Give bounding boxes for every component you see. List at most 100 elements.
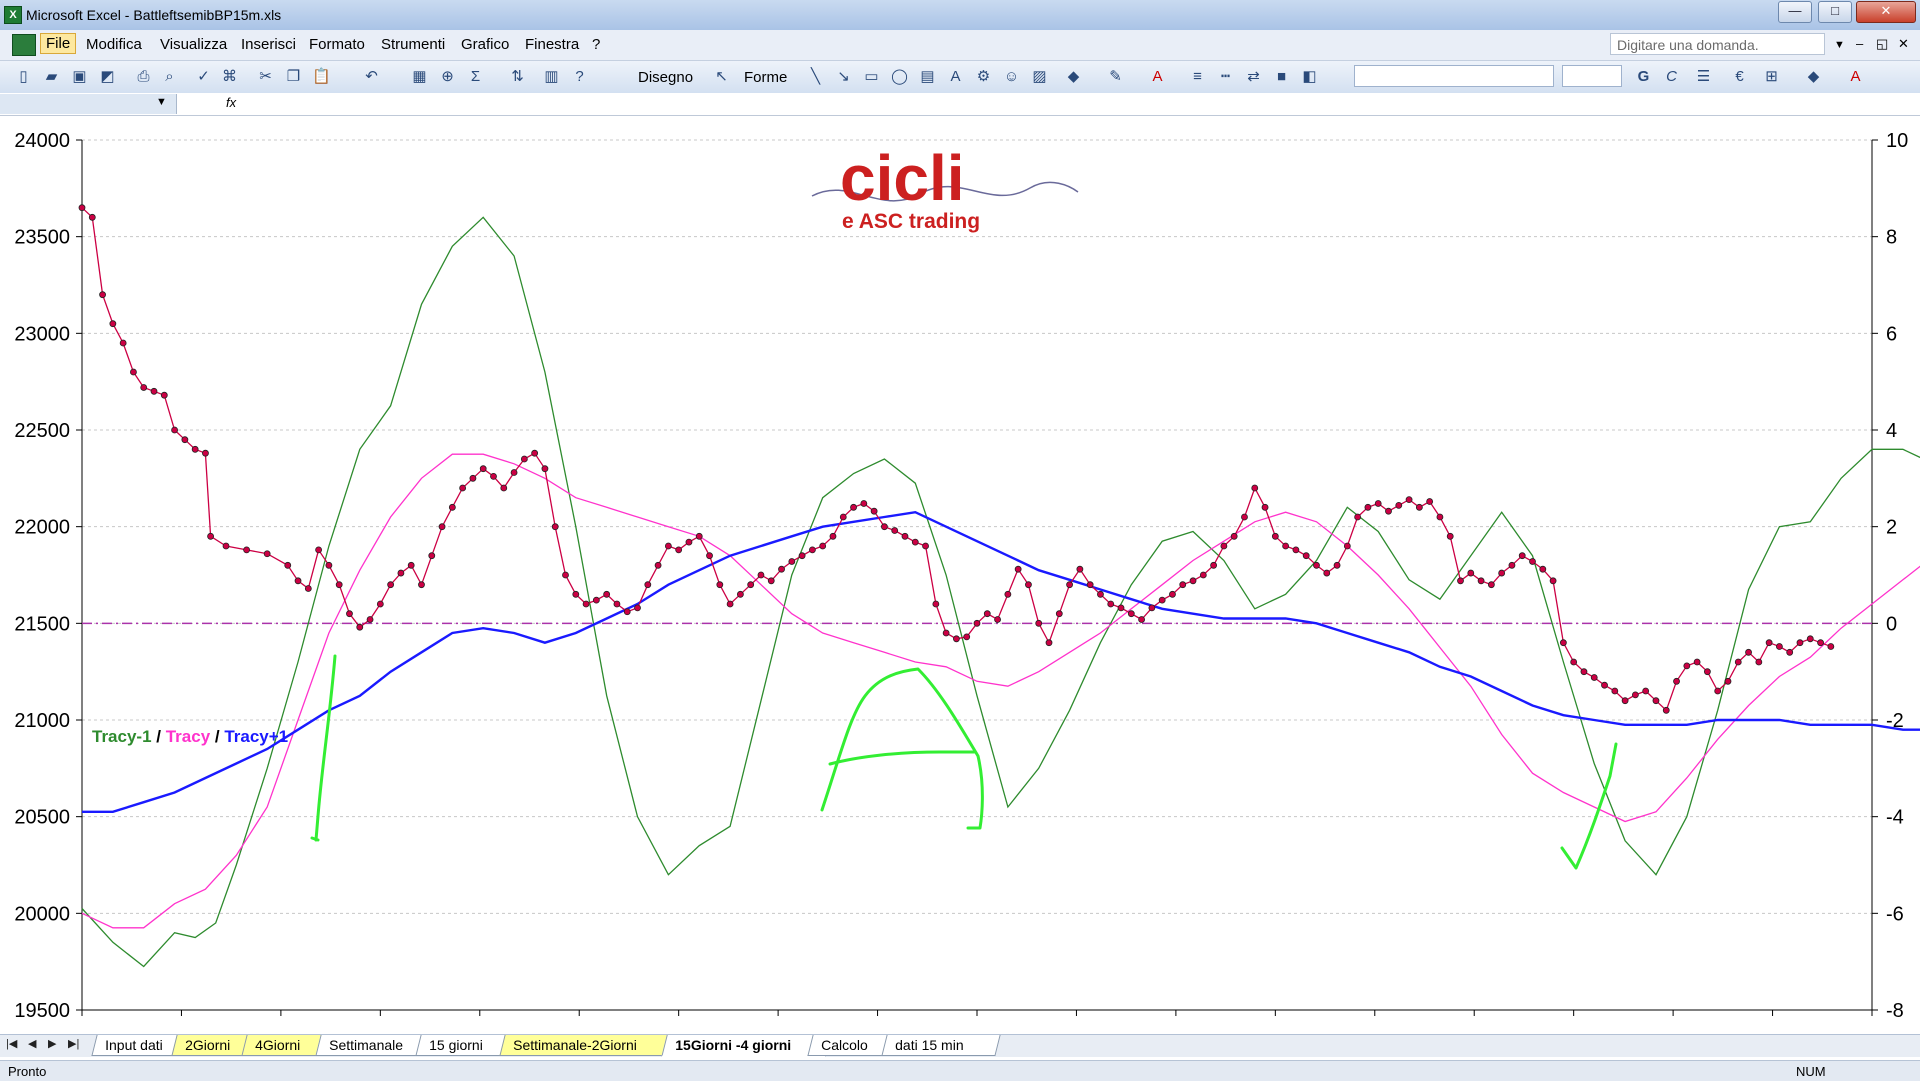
price-marker	[109, 320, 117, 328]
menu-modifica[interactable]: Modifica	[86, 36, 142, 53]
wordart-icon[interactable]: A	[946, 67, 965, 86]
series-line-price	[81, 207, 1832, 712]
price-marker	[1549, 577, 1557, 585]
sheet-tab-6[interactable]: 15Giorni -4 giorni	[661, 1035, 831, 1057]
menu-visualizza[interactable]: Visualizza	[160, 36, 227, 53]
disegno-menu[interactable]: Disegno	[638, 69, 693, 86]
paste-icon[interactable]: 📋	[312, 67, 331, 86]
right-tick-label: 2	[1886, 517, 1897, 539]
next-sheet-icon[interactable]: ▶	[48, 1037, 56, 1050]
save-icon[interactable]: ▣	[70, 67, 89, 86]
price-marker	[1343, 542, 1351, 550]
price-marker	[1333, 561, 1341, 569]
menu-strumenti[interactable]: Strumenti	[381, 36, 445, 53]
chart-area[interactable]: 24000 23500 23000 22500 22000 21500 21000 20500…	[0, 116, 1920, 1034]
sheet-tab-8[interactable]: dati 15 min	[881, 1035, 1001, 1056]
price-marker	[736, 590, 744, 598]
fill-bucket-icon[interactable]: ◆	[1804, 67, 1823, 86]
new-icon[interactable]: ▯	[14, 67, 33, 86]
italic-icon[interactable]: C	[1662, 67, 1681, 86]
line-icon[interactable]: ╲	[806, 67, 825, 86]
autosum-icon[interactable]: Σ	[466, 67, 485, 86]
diagram-icon[interactable]: ⚙	[974, 67, 993, 86]
price-marker	[418, 581, 425, 589]
doc-close-icon[interactable]: ✕	[1898, 36, 1909, 52]
menu-grafico[interactable]: Grafico	[461, 36, 509, 53]
font-color-2-icon[interactable]: A	[1846, 67, 1865, 86]
line-style-icon[interactable]: ≡	[1188, 67, 1207, 86]
print-icon[interactable]: ⎙	[134, 67, 153, 86]
hyperlink-icon[interactable]: ⊕	[438, 67, 457, 86]
maximize-button[interactable]: □	[1818, 1, 1852, 23]
dash-style-icon[interactable]: ┅	[1216, 67, 1235, 86]
chart-svg[interactable]: 24000 23500 23000 22500 22000 21500 21000 20500…	[0, 116, 1920, 1034]
rectangle-icon[interactable]: ▭	[862, 67, 881, 86]
undo-icon[interactable]: ↶	[362, 67, 381, 86]
sort-icon[interactable]: ⇅	[508, 67, 527, 86]
shadow-icon[interactable]: ■	[1272, 67, 1291, 86]
bold-icon[interactable]: G	[1634, 67, 1653, 86]
oval-icon[interactable]: ◯	[890, 67, 909, 86]
help-icon[interactable]: ?	[570, 67, 589, 86]
workbook-icon[interactable]	[12, 34, 36, 56]
price-marker	[1230, 532, 1238, 540]
chart-icon[interactable]: ▥	[542, 67, 561, 86]
name-box[interactable]	[0, 94, 177, 114]
first-sheet-icon[interactable]: |◀	[6, 1037, 17, 1050]
textbox-icon[interactable]: ▤	[918, 67, 937, 86]
price-marker	[294, 577, 302, 585]
price-marker	[1179, 581, 1187, 589]
excel-app-icon[interactable]: X	[4, 6, 22, 24]
handwritten-stroke	[828, 750, 977, 766]
fill-color-icon[interactable]: ◆	[1064, 67, 1083, 86]
price-marker	[706, 552, 713, 560]
formula-input[interactable]	[246, 94, 1916, 114]
prev-sheet-icon[interactable]: ◀	[28, 1037, 36, 1050]
borders-icon[interactable]: ⊞	[1762, 67, 1781, 86]
clipart-icon[interactable]: ☺	[1002, 67, 1021, 86]
price-marker	[685, 538, 693, 546]
sheet-tab-label: 4Giorni	[255, 1037, 301, 1053]
align-center-icon[interactable]: ☰	[1694, 67, 1713, 86]
help-search-input[interactable]: Digitare una domanda.	[1610, 33, 1825, 55]
select-pointer-icon[interactable]: ↖	[712, 67, 731, 86]
price-marker	[315, 546, 323, 554]
price-marker	[88, 213, 96, 221]
print-preview-icon[interactable]: ⌕	[160, 67, 179, 86]
fx-icon[interactable]: fx	[226, 95, 236, 110]
doc-minimize-icon[interactable]: –	[1856, 36, 1863, 51]
research-icon[interactable]: ⌘	[220, 67, 239, 86]
menu-file[interactable]: File	[40, 33, 77, 54]
arrow-icon[interactable]: ↘	[834, 67, 853, 86]
name-box-dropdown-icon[interactable]: ▼	[156, 96, 167, 108]
price-marker	[119, 339, 127, 347]
picture-icon[interactable]: ▨	[1030, 67, 1049, 86]
help-dropdown-icon[interactable]: ▼	[1834, 39, 1845, 51]
font-color-icon[interactable]: A	[1148, 67, 1167, 86]
permission-icon[interactable]: ◩	[98, 67, 117, 86]
legend-tracy-1: Tracy-1	[92, 727, 152, 746]
forme-menu[interactable]: Forme	[744, 69, 787, 86]
open-icon[interactable]: ▰	[42, 67, 61, 86]
font-size-combo[interactable]	[1562, 65, 1622, 87]
doc-restore-icon[interactable]: ◱	[1876, 36, 1888, 52]
minimize-button[interactable]: —	[1778, 1, 1812, 23]
last-sheet-icon[interactable]: ▶|	[68, 1037, 79, 1050]
menu-inserisci[interactable]: Inserisci	[241, 36, 296, 53]
line-color-icon[interactable]: ✎	[1106, 67, 1125, 86]
menu-formato[interactable]: Formato	[309, 36, 365, 53]
font-name-combo[interactable]	[1354, 65, 1554, 87]
cut-icon[interactable]: ✂	[256, 67, 275, 86]
3d-icon[interactable]: ◧	[1300, 67, 1319, 86]
price-marker	[1529, 558, 1536, 565]
arrow-style-icon[interactable]: ⇄	[1244, 67, 1263, 86]
euro-icon[interactable]: €	[1730, 67, 1749, 86]
chart-wizard-icon[interactable]: ▦	[410, 67, 429, 86]
price-marker	[932, 600, 940, 608]
sheet-tab-5[interactable]: Settimanale-2Giorni	[499, 1035, 683, 1056]
menu-finestra[interactable]: Finestra	[525, 36, 579, 53]
spelling-icon[interactable]: ✓	[194, 67, 213, 86]
copy-icon[interactable]: ❐	[284, 67, 303, 86]
close-button[interactable]: ✕	[1856, 1, 1916, 23]
menu-help[interactable]: ?	[592, 36, 600, 53]
